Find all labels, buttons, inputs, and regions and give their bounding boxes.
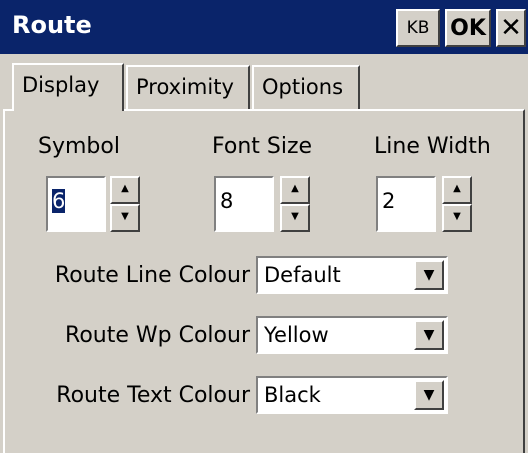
- route-line-colour-select[interactable]: Default ▼: [256, 256, 448, 294]
- route-text-colour-value: Black: [264, 383, 321, 407]
- route-wp-colour-label: Route Wp Colour: [65, 323, 250, 348]
- line-width-input[interactable]: 2: [376, 176, 436, 232]
- chevron-down-icon: ▼: [423, 387, 435, 403]
- down-arrow-icon: ▼: [453, 211, 461, 222]
- font-size-up-button[interactable]: ▲: [280, 176, 310, 204]
- font-size-spinner[interactable]: ▲ ▼: [280, 176, 310, 232]
- close-button[interactable]: ✕: [496, 9, 526, 47]
- font-size-value: 8: [220, 189, 234, 213]
- chevron-down-icon: ▼: [423, 267, 435, 283]
- up-arrow-icon: ▲: [121, 183, 129, 194]
- line-width-value: 2: [382, 189, 396, 213]
- window-title: Route: [12, 11, 92, 39]
- up-arrow-icon: ▲: [291, 183, 299, 194]
- ok-button[interactable]: OK: [445, 9, 491, 47]
- tab-proximity[interactable]: Proximity: [126, 65, 250, 109]
- font-size-input[interactable]: 8: [214, 176, 274, 232]
- symbol-label: Symbol: [38, 134, 120, 159]
- close-icon: ✕: [500, 13, 522, 43]
- route-text-colour-label: Route Text Colour: [56, 383, 250, 408]
- font-size-down-button[interactable]: ▼: [280, 204, 310, 232]
- symbol-spinner[interactable]: ▲ ▼: [110, 176, 140, 232]
- tab-display[interactable]: Display: [12, 63, 124, 111]
- route-line-colour-value: Default: [264, 263, 341, 287]
- chevron-down-icon: ▼: [423, 327, 435, 343]
- symbol-value: 6: [52, 189, 66, 213]
- symbol-down-button[interactable]: ▼: [110, 204, 140, 232]
- line-width-down-button[interactable]: ▼: [442, 204, 472, 232]
- route-line-colour-label: Route Line Colour: [54, 263, 250, 288]
- font-size-label: Font Size: [212, 134, 313, 159]
- route-line-colour-dropdown-button[interactable]: ▼: [414, 260, 444, 290]
- symbol-input[interactable]: 6: [46, 176, 106, 232]
- route-wp-colour-dropdown-button[interactable]: ▼: [414, 320, 444, 350]
- route-text-colour-select[interactable]: Black ▼: [256, 376, 448, 414]
- up-arrow-icon: ▲: [453, 183, 461, 194]
- down-arrow-icon: ▼: [291, 211, 299, 222]
- down-arrow-icon: ▼: [121, 211, 129, 222]
- route-text-colour-dropdown-button[interactable]: ▼: [414, 380, 444, 410]
- line-width-spinner[interactable]: ▲ ▼: [442, 176, 472, 232]
- symbol-up-button[interactable]: ▲: [110, 176, 140, 204]
- line-width-up-button[interactable]: ▲: [442, 176, 472, 204]
- line-width-label: Line Width: [374, 134, 491, 159]
- title-bar: Route KB OK ✕: [0, 0, 528, 57]
- tab-options[interactable]: Options: [252, 65, 360, 109]
- route-wp-colour-value: Yellow: [264, 323, 329, 347]
- keyboard-button[interactable]: KB: [396, 9, 440, 47]
- route-wp-colour-select[interactable]: Yellow ▼: [256, 316, 448, 354]
